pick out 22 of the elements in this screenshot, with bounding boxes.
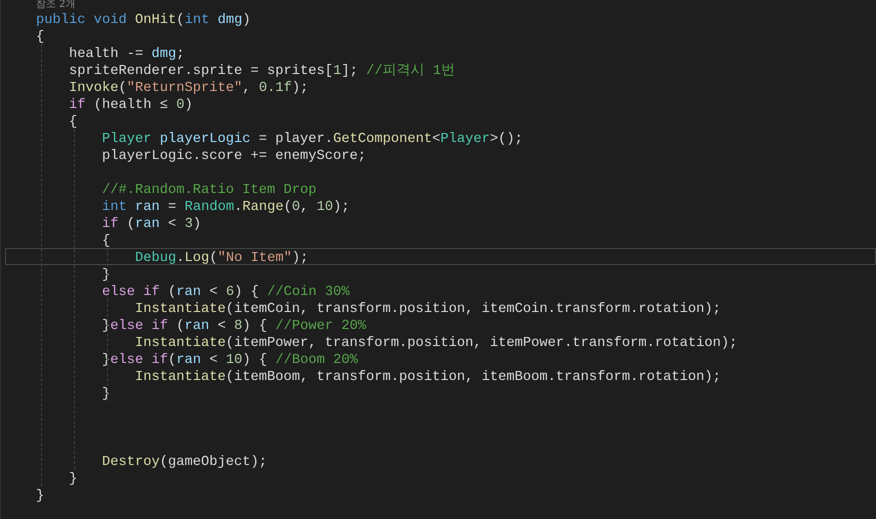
- code-line: else if (ran < 6) { //Coin 30%: [101, 285, 350, 300]
- code-line: }: [36, 489, 44, 504]
- code-line: public void OnHit(int dmg): [36, 13, 251, 28]
- code-line: if (health ≤ 0): [68, 98, 193, 113]
- code-line: {: [36, 30, 44, 45]
- code-line: {: [68, 115, 78, 130]
- code-line: health -= dmg;: [68, 47, 185, 62]
- code-line: playerLogic.score += enemyScore;: [101, 149, 366, 164]
- code-line: Player playerLogic = player.GetComponent<Player>();: [101, 132, 523, 147]
- code-line: Instantiate(itemPower, transform.position, itemPower.transform.rotation);: [134, 336, 738, 351]
- code-line: int ran = Random.Range(0, 10);: [101, 200, 350, 215]
- code-line: }: [68, 472, 78, 487]
- code-line: Destroy(gameObject);: [101, 455, 268, 470]
- code-line: if (ran < 3): [101, 217, 202, 232]
- code-line: Instantiate(itemCoin, transform.position, itemCoin.transform.rotation);: [134, 302, 721, 317]
- code-line: {: [101, 234, 110, 249]
- code-line: spriteRenderer.sprite = sprites[1]; //피격시 1번: [68, 64, 456, 79]
- code-line: //#.Random.Ratio Item Drop: [101, 183, 317, 198]
- code-line: Instantiate(itemBoom, transform.position, itemBoom.transform.rotation);: [134, 370, 721, 385]
- code-editor[interactable]: [0, 0, 876, 519]
- code-line: Invoke("ReturnSprite", 0.1f);: [68, 81, 308, 96]
- code-line: Debug.Log("No Item");: [134, 251, 308, 266]
